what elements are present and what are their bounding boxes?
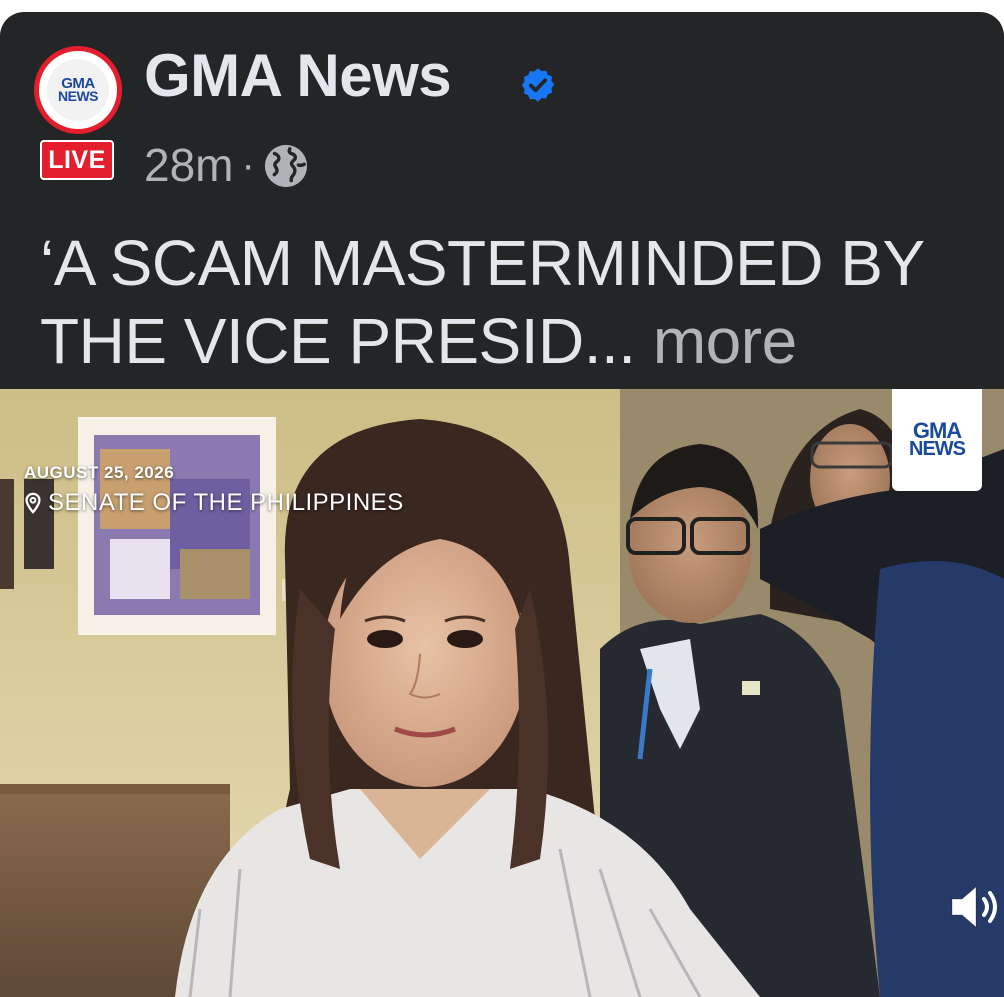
live-badge-label: LIVE (48, 145, 106, 174)
see-more-link[interactable]: more (653, 305, 797, 377)
live-badge: LIVE (40, 140, 114, 180)
post-timestamp[interactable]: 28m (144, 138, 233, 192)
location-text: SENATE OF THE PHILIPPINES (48, 489, 404, 516)
page-avatar[interactable]: GMA NEWS (34, 46, 122, 134)
speaker-muted-icon[interactable] (944, 877, 1004, 937)
avatar-logo-line2: NEWS (58, 88, 99, 105)
video-date-overlay: AUGUST 25, 2026 (24, 463, 175, 482)
video-location-overlay: SENATE OF THE PHILIPPINES (22, 489, 404, 517)
post-meta: 28m · (144, 138, 309, 192)
gma-watermark: GMA NEWS (892, 389, 982, 491)
gma-logo: GMA NEWS (47, 59, 109, 121)
verified-badge-icon (521, 68, 555, 102)
post-caption: ‘A SCAM MASTERMINDED BY THE VICE PRESID.… (40, 224, 980, 380)
watermark-line2: NEWS (909, 437, 966, 460)
globe-icon[interactable] (263, 143, 309, 189)
video-player[interactable]: AUGUST 25, 2026 SENATE OF THE PHILIPPINE… (0, 389, 1004, 997)
meta-separator: · (241, 142, 255, 187)
post-card: GMA NEWS GMA News LIVE 28m · ‘A SCAM MAS… (0, 12, 1004, 997)
page-name[interactable]: GMA News (144, 46, 452, 106)
location-pin-icon (25, 492, 41, 514)
